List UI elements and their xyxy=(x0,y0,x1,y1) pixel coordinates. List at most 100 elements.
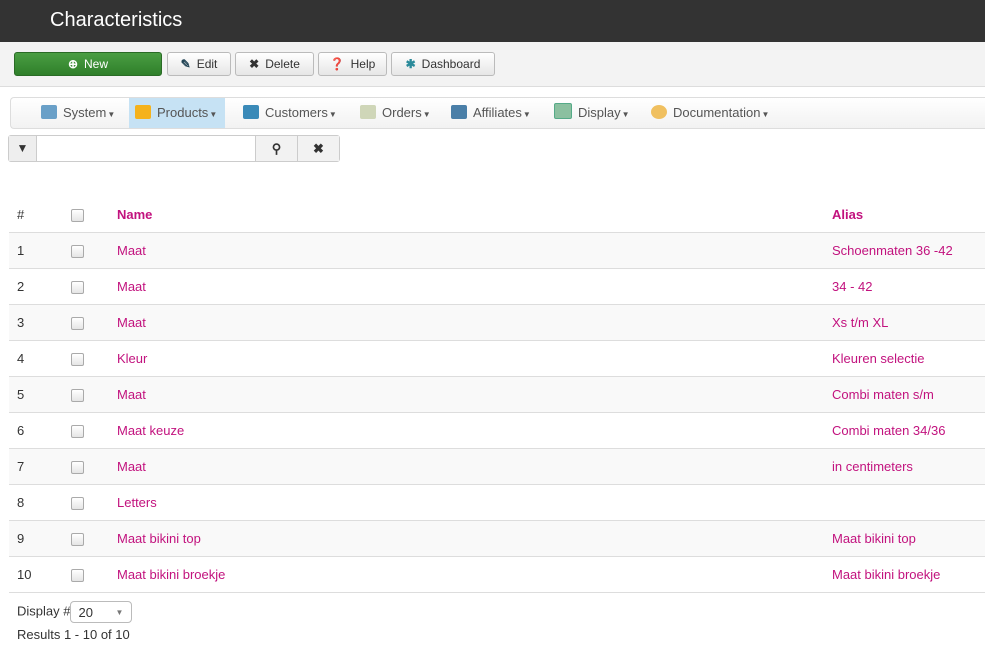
menu-label: Affiliates xyxy=(473,105,522,120)
table-row: 7 Maat in centimeters xyxy=(9,448,985,485)
row-alias[interactable] xyxy=(832,484,985,521)
table-row: 2 Maat 34 - 42 xyxy=(9,268,985,305)
row-checkbox-cell xyxy=(63,304,117,341)
menu-display[interactable]: Display▼ xyxy=(548,98,638,128)
row-checkbox[interactable] xyxy=(71,317,84,331)
menu-affiliates[interactable]: Affiliates▼ xyxy=(445,98,539,128)
search-icon: ⚲ xyxy=(271,141,282,156)
menu-label: Documentation xyxy=(673,105,761,120)
row-alias[interactable]: Combi maten s/m xyxy=(832,376,985,413)
row-name-link[interactable]: Letters xyxy=(117,484,832,521)
row-name-link[interactable]: Maat xyxy=(117,448,832,485)
display-select[interactable]: 20 ▼ xyxy=(70,601,133,623)
row-checkbox-cell xyxy=(63,556,117,593)
row-checkbox[interactable] xyxy=(71,353,84,367)
new-button[interactable]: ⊕ New xyxy=(14,52,162,76)
menu-products[interactable]: Products▼ xyxy=(129,98,226,128)
delete-label: Delete xyxy=(265,57,300,71)
table-row: 4 Kleur Kleuren selectie xyxy=(9,340,985,377)
header-alias[interactable]: Alias xyxy=(832,197,985,233)
row-num: 3 xyxy=(9,304,63,341)
help-label: Help xyxy=(350,57,376,71)
edit-icon: ✎ xyxy=(180,57,191,71)
menu-label: Customers xyxy=(265,105,328,120)
menu-label: System xyxy=(63,105,107,120)
row-name-link[interactable]: Maat keuze xyxy=(117,412,832,449)
menu-customers[interactable]: Customers▼ xyxy=(237,98,345,128)
edit-button[interactable]: ✎ Edit xyxy=(167,52,231,76)
menu-orders[interactable]: Orders▼ xyxy=(354,98,439,128)
row-name-link[interactable]: Kleur xyxy=(117,340,832,377)
header-name[interactable]: Name xyxy=(117,197,832,233)
table-row: 8 Letters xyxy=(9,484,985,521)
select-all-checkbox[interactable] xyxy=(71,209,84,223)
display-label: Display # xyxy=(17,603,71,619)
search-input[interactable] xyxy=(37,136,255,161)
row-checkbox-cell xyxy=(63,412,117,449)
row-name-link[interactable]: Maat bikini broekje xyxy=(117,556,832,593)
row-name-link[interactable]: Maat xyxy=(117,304,832,341)
row-num: 8 xyxy=(9,484,63,521)
row-checkbox[interactable] xyxy=(71,425,84,439)
box-icon xyxy=(135,105,151,119)
main-menu: System▼ Products▼ Customers▼ Orders▼ Aff… xyxy=(10,97,985,129)
delete-button[interactable]: ✖ Delete xyxy=(235,52,314,76)
row-checkbox-cell xyxy=(63,232,117,269)
row-checkbox[interactable] xyxy=(71,245,84,259)
table-row: 6 Maat keuze Combi maten 34/36 xyxy=(9,412,985,449)
row-checkbox-cell xyxy=(63,448,117,485)
table-row: 1 Maat Schoenmaten 36 -42 xyxy=(9,232,985,269)
menu-system[interactable]: System▼ xyxy=(35,98,123,128)
display-icon xyxy=(554,103,572,119)
dashboard-button[interactable]: ✱ Dashboard xyxy=(391,52,495,76)
row-num: 10 xyxy=(9,556,63,593)
row-checkbox-cell xyxy=(63,376,117,413)
table-row: 9 Maat bikini top Maat bikini top xyxy=(9,520,985,557)
toolbar: ⊕ New ✎ Edit ✖ Delete ❓ Help ✱ Dashboard xyxy=(0,42,985,87)
row-alias[interactable]: Xs t/m XL xyxy=(832,304,985,341)
close-icon: ✖ xyxy=(249,57,260,71)
page-title: Characteristics xyxy=(0,0,985,42)
table-row: 10 Maat bikini broekje Maat bikini broek… xyxy=(9,556,985,593)
row-alias[interactable]: Kleuren selectie xyxy=(832,340,985,377)
row-name-link[interactable]: Maat xyxy=(117,376,832,413)
row-alias[interactable]: in centimeters xyxy=(832,448,985,485)
row-checkbox-cell xyxy=(63,340,117,377)
new-label: New xyxy=(84,57,109,71)
help-button[interactable]: ❓ Help xyxy=(318,52,387,76)
row-name-link[interactable]: Maat bikini top xyxy=(117,520,832,557)
row-num: 5 xyxy=(9,376,63,413)
table-header: # Name Alias xyxy=(9,197,985,233)
row-alias[interactable]: 34 - 42 xyxy=(832,268,985,305)
row-num: 2 xyxy=(9,268,63,305)
row-alias[interactable]: Maat bikini top xyxy=(832,520,985,557)
row-checkbox[interactable] xyxy=(71,569,84,583)
row-name-link[interactable]: Maat xyxy=(117,232,832,269)
header-checkbox xyxy=(63,197,117,233)
row-name-link[interactable]: Maat xyxy=(117,268,832,305)
row-num: 9 xyxy=(9,520,63,557)
row-alias[interactable]: Schoenmaten 36 -42 xyxy=(832,232,985,269)
filter-icon: ▼ xyxy=(9,136,37,161)
row-checkbox[interactable] xyxy=(71,533,84,547)
row-checkbox[interactable] xyxy=(71,281,84,295)
clear-button[interactable]: ✖ xyxy=(297,136,339,161)
filter-bar: ▼ ⚲ ✖ xyxy=(8,135,340,162)
row-num: 6 xyxy=(9,412,63,449)
question-icon: ❓ xyxy=(329,57,345,71)
row-checkbox[interactable] xyxy=(71,389,84,403)
help-lifebuoy-icon xyxy=(651,105,667,119)
dashboard-icon: ✱ xyxy=(405,57,416,71)
row-checkbox-cell xyxy=(63,484,117,521)
row-alias[interactable]: Maat bikini broekje xyxy=(832,556,985,593)
menu-documentation[interactable]: Documentation▼ xyxy=(645,98,777,128)
search-button[interactable]: ⚲ xyxy=(255,136,297,161)
menu-label: Orders xyxy=(382,105,422,120)
row-alias[interactable]: Combi maten 34/36 xyxy=(832,412,985,449)
row-num: 7 xyxy=(9,448,63,485)
row-checkbox[interactable] xyxy=(71,461,84,475)
dashboard-label: Dashboard xyxy=(421,57,481,71)
row-checkbox[interactable] xyxy=(71,497,84,511)
affiliates-icon xyxy=(451,105,467,119)
users-icon xyxy=(243,105,259,119)
